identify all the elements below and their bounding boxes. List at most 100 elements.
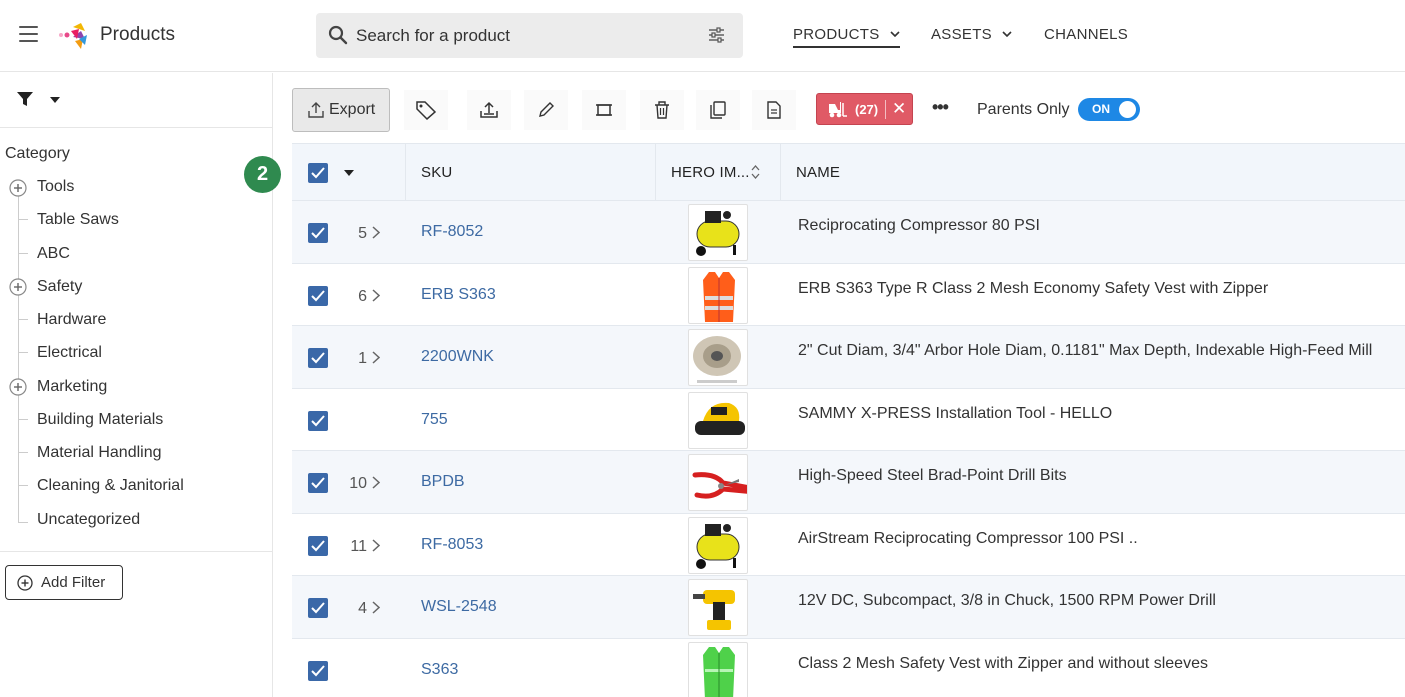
row-checkbox[interactable] — [308, 473, 328, 493]
crop-button[interactable] — [582, 90, 626, 130]
chevron-right-icon[interactable] — [372, 476, 380, 489]
chevron-right-icon[interactable] — [372, 601, 380, 614]
product-image[interactable] — [688, 516, 748, 574]
sort-icon[interactable] — [751, 165, 760, 179]
product-image[interactable] — [688, 641, 748, 697]
chevron-right-icon[interactable] — [372, 288, 380, 302]
sku-link[interactable]: RF-8052 — [421, 223, 483, 241]
toggle-label: ON — [1092, 102, 1110, 116]
chevron-right-icon[interactable] — [372, 226, 380, 239]
row-checkbox[interactable] — [308, 660, 328, 681]
toggle-knob — [1119, 101, 1136, 118]
sku-link[interactable]: 755 — [421, 411, 448, 429]
app-title: Products — [100, 24, 175, 45]
select-all-checkbox[interactable] — [308, 163, 328, 183]
sku-link[interactable]: RF-8053 — [421, 536, 483, 554]
variant-count: 5 — [358, 225, 367, 242]
variant-count: 11 — [350, 537, 367, 555]
table-row[interactable]: S363 Class 2 Mesh Safety Vest with Zipper… — [292, 638, 1405, 697]
category-item-electrical[interactable]: Electrical — [37, 344, 102, 362]
nav-products[interactable]: PRODUCTS — [793, 26, 901, 48]
row-checkbox[interactable] — [308, 348, 328, 368]
sku-link[interactable]: BPDB — [421, 473, 465, 491]
category-item-hardware[interactable]: Hardware — [37, 311, 106, 329]
variant-count: 4 — [358, 600, 367, 617]
check-icon — [311, 167, 325, 179]
parents-only-label: Parents Only — [977, 101, 1070, 118]
funnel-icon[interactable] — [16, 90, 34, 108]
copy-icon — [710, 101, 726, 119]
table-row[interactable]: 11 RF-8053 AirStream Reciprocating Compres… — [292, 513, 1405, 576]
category-item-uncategorized[interactable]: Uncategorized — [37, 511, 140, 529]
table-row[interactable]: 10 BPDB High-Speed Steel Brad-Point Drill … — [292, 451, 1405, 514]
selection-chip[interactable]: (27) ✕ — [816, 93, 913, 125]
row-checkbox[interactable] — [308, 285, 328, 306]
export-button[interactable]: Export — [292, 88, 390, 132]
search-input[interactable] — [356, 13, 696, 58]
chevron-down-icon — [890, 31, 900, 37]
expand-plus-icon[interactable] — [9, 378, 27, 396]
app-logo — [59, 23, 87, 49]
delete-button[interactable] — [640, 90, 684, 130]
sku-link[interactable]: ERB S363 — [421, 286, 496, 304]
table-row[interactable]: 1 2200WNK 2" Cut Diam, 3/4" Arbor Hole Dia… — [292, 326, 1405, 389]
expand-plus-icon[interactable] — [9, 179, 27, 197]
row-checkbox[interactable] — [308, 598, 328, 618]
trash-icon — [655, 101, 669, 119]
category-item-cleaning[interactable]: Cleaning & Janitorial — [37, 477, 184, 495]
table-row[interactable]: 5 RF-8052 Reciprocating Compressor 80 PSI — [292, 201, 1405, 264]
sku-link[interactable]: S363 — [421, 661, 458, 679]
table-row[interactable]: 6 ERB S363 ERB S363 Type R Class 2 Mesh Ec… — [292, 263, 1405, 326]
menu-icon[interactable] — [19, 26, 38, 43]
category-item-material-handling[interactable]: Material Handling — [37, 444, 162, 462]
nav-assets[interactable]: ASSETS — [931, 26, 1013, 43]
product-image[interactable] — [688, 204, 748, 261]
column-header-sku[interactable]: SKU — [421, 164, 452, 181]
caret-down-icon[interactable] — [50, 97, 60, 103]
nav-channels-label: CHANNELS — [1044, 26, 1129, 43]
category-item-table-saws[interactable]: Table Saws — [37, 211, 119, 229]
close-icon[interactable]: ✕ — [892, 99, 906, 119]
more-icon[interactable]: ••• — [932, 97, 949, 118]
product-image[interactable] — [688, 579, 748, 636]
category-item-tools[interactable]: Tools — [37, 178, 74, 196]
edit-button[interactable] — [524, 90, 568, 130]
variant-count: 10 — [349, 475, 367, 492]
category-item-building-materials[interactable]: Building Materials — [37, 411, 163, 429]
product-image[interactable] — [688, 266, 748, 324]
product-image[interactable] — [688, 391, 748, 449]
sku-link[interactable]: WSL-2548 — [421, 598, 497, 616]
chevron-right-icon[interactable] — [372, 538, 380, 552]
expand-plus-icon[interactable] — [9, 278, 27, 296]
caret-down-icon[interactable] — [344, 170, 354, 176]
product-image[interactable] — [688, 454, 748, 511]
chevron-right-icon[interactable] — [372, 351, 380, 364]
row-checkbox[interactable] — [308, 410, 328, 431]
filter-settings-icon[interactable] — [708, 27, 725, 43]
duplicate-button[interactable] — [696, 90, 740, 130]
tree-tick — [18, 319, 28, 320]
tag-button[interactable] — [404, 90, 448, 130]
add-filter-button[interactable]: Add Filter — [5, 565, 123, 600]
category-item-abc[interactable]: ABC — [37, 245, 70, 263]
document-button[interactable] — [752, 90, 796, 130]
parents-only-toggle[interactable]: ON — [1078, 98, 1140, 121]
table-row[interactable]: 4 WSL-2548 12V DC, Subcompact, 3/8 in Chuc… — [292, 576, 1405, 639]
column-header-hero-image[interactable]: HERO IM... — [671, 164, 750, 181]
publish-button[interactable] — [467, 90, 511, 130]
row-checkbox[interactable] — [308, 535, 328, 556]
pencil-icon — [539, 102, 554, 117]
product-name: 2" Cut Diam, 3/4" Arbor Hole Diam, 0.118… — [798, 342, 1373, 359]
nav-channels[interactable]: CHANNELS — [1044, 26, 1128, 43]
product-image[interactable] — [688, 329, 748, 386]
product-name: ERB S363 Type R Class 2 Mesh Economy Saf… — [798, 279, 1269, 297]
sku-link[interactable]: 2200WNK — [421, 348, 494, 366]
row-checkbox[interactable] — [308, 223, 328, 243]
column-header-name[interactable]: NAME — [796, 164, 840, 181]
export-icon — [308, 102, 324, 118]
category-item-marketing[interactable]: Marketing — [37, 378, 107, 396]
chevron-down-icon — [1002, 31, 1013, 37]
tag-icon — [416, 101, 437, 120]
category-item-safety[interactable]: Safety — [37, 278, 82, 296]
table-row[interactable]: 755 SAMMY X-PRESS Installation Tool - HEL… — [292, 388, 1405, 451]
